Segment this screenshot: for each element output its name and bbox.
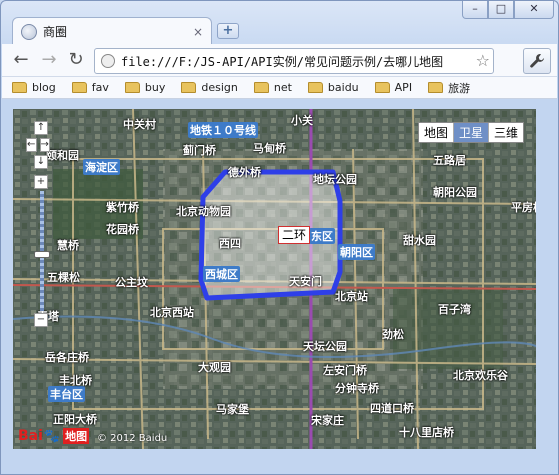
address-bar[interactable]: file:///F:/JS-API/API实例/常见问题示例/去哪儿地图 ☆ (94, 48, 494, 74)
bookmark-net[interactable]: net (253, 81, 292, 94)
new-tab-button[interactable]: + (217, 23, 239, 39)
tab-close-icon[interactable]: × (193, 25, 203, 39)
zoom-slider-track[interactable] (34, 191, 50, 311)
map-label: 北京站 (335, 290, 368, 303)
map-label: 五棵松 (47, 271, 80, 284)
close-window-button[interactable]: ✕ (514, 1, 554, 19)
map-label: 朝阳公园 (433, 186, 477, 199)
map-label: 平房桥 (511, 201, 536, 214)
map-label: 紫竹桥 (106, 201, 139, 214)
map-label: 五路居 (433, 154, 466, 167)
map-label: 地坛公园 (313, 173, 357, 186)
map-label: 西城区 (203, 266, 240, 282)
map-label: 劲松 (382, 328, 404, 341)
map-label: 北京欢乐谷 (453, 369, 508, 382)
map-label: 小关 (291, 114, 313, 127)
map-label: 西四 (219, 237, 241, 250)
tab-title: 商圈 (43, 25, 68, 39)
baidu-logo[interactable]: Bai 🐾 地图 (18, 428, 90, 444)
pan-right-button[interactable]: → (39, 138, 50, 152)
globe-icon (21, 23, 37, 40)
map-label: 丰台区 (48, 386, 85, 402)
page-icon (101, 54, 115, 68)
map-label: 地铁１０号线 (188, 122, 258, 138)
copyright-text: © 2012 Baidu (97, 433, 168, 444)
map-label: 左安门桥 (323, 364, 367, 377)
folder-icon (71, 82, 87, 93)
bookmark-fav[interactable]: fav (71, 81, 109, 94)
map-type-3d[interactable]: 三维 (488, 123, 523, 142)
map-label: 四道口桥 (370, 402, 414, 415)
map-label: 中关村 (123, 118, 156, 131)
forward-button[interactable]: → (38, 50, 60, 72)
map-label: 百子湾 (438, 303, 471, 316)
map-label: 正阳大桥 (53, 413, 97, 426)
wrench-menu-button[interactable] (523, 48, 551, 74)
pan-left-button[interactable]: ← (26, 138, 37, 152)
pan-up-button[interactable]: ↑ (34, 121, 48, 135)
map-label: 颐和园 (46, 149, 79, 162)
map-label: 宋家庄 (311, 414, 344, 427)
map-label: 德外桥 (228, 166, 261, 179)
map-label: 岳各庄桥 (45, 351, 89, 364)
bookmark-blog[interactable]: blog (12, 81, 56, 94)
folder-icon (307, 82, 323, 93)
map-label: 马家堡 (216, 403, 249, 416)
window-controls: – □ ✕ (462, 1, 554, 19)
map-label: 十八里店桥 (399, 426, 454, 439)
zoom-slider-handle[interactable] (34, 251, 50, 258)
map-type-satellite[interactable]: 卫星 (453, 123, 489, 142)
browser-tab[interactable]: 商圈 × (12, 17, 212, 45)
zoom-out-button[interactable]: − (34, 313, 48, 327)
folder-icon (12, 82, 27, 93)
map-type-normal[interactable]: 地图 (418, 123, 454, 142)
folder-icon (124, 82, 140, 93)
map-label: 甜水园 (403, 234, 436, 247)
bookmark-design[interactable]: design (181, 81, 238, 94)
back-button[interactable]: ← (10, 50, 32, 72)
bookmarks-bar: blog fav buy design net baidu API 旅游 (2, 77, 557, 99)
map-label: 朝阳区 (338, 244, 375, 260)
map-label: 海淀区 (83, 159, 120, 175)
navigation-control: ↑ ← → ↓ + − (26, 121, 50, 327)
folder-icon (253, 82, 269, 93)
map-label: 蓟门桥 (183, 144, 216, 157)
folder-icon (374, 82, 390, 93)
map-label: 天安门 (289, 275, 322, 288)
map-container[interactable]: 中关村 地铁１０号线 小关 海淀区 蓟门桥 马甸桥 德外桥 地坛公园 北京动物园… (13, 109, 536, 449)
map-label: 大观园 (198, 361, 231, 374)
reload-button[interactable]: ↻ (65, 50, 87, 72)
wrench-icon (530, 54, 544, 68)
map-label: 马甸桥 (253, 142, 286, 155)
bookmark-star-icon[interactable]: ☆ (476, 51, 490, 70)
ring-road-label: 二环 (278, 226, 311, 244)
bookmark-travel[interactable]: 旅游 (428, 80, 470, 96)
bookmark-api[interactable]: API (374, 81, 412, 94)
map-label: 公主坟 (115, 276, 148, 289)
map-label: 分钟寺桥 (335, 382, 379, 395)
map-label: 北京西站 (150, 306, 194, 319)
bookmark-buy[interactable]: buy (124, 81, 165, 94)
pan-down-button[interactable]: ↓ (34, 155, 48, 169)
browser-toolbar: ← → ↻ file:///F:/JS-API/API实例/常见问题示例/去哪儿… (2, 44, 557, 77)
map-label: 东区 (309, 228, 335, 244)
paw-icon: 🐾 (43, 428, 61, 444)
bookmark-baidu[interactable]: baidu (307, 81, 359, 94)
map-label: 花园桥 (106, 223, 139, 236)
map-label: 丰北桥 (59, 374, 92, 387)
status-bar (2, 457, 557, 474)
folder-icon (181, 82, 197, 93)
url-text[interactable]: file:///F:/JS-API/API实例/常见问题示例/去哪儿地图 (121, 53, 473, 70)
zoom-in-button[interactable]: + (34, 175, 48, 189)
folder-icon (428, 82, 444, 93)
maximize-button[interactable]: □ (488, 1, 514, 19)
map-label: 北京动物园 (176, 205, 231, 218)
browser-window: – □ ✕ 商圈 × + ← → ↻ file:///F:/JS-API/API… (0, 0, 559, 475)
map-type-switcher: 地图 卫星 三维 (417, 122, 524, 143)
map-label: 天坛公园 (303, 340, 347, 353)
minimize-button[interactable]: – (462, 1, 488, 19)
map-label: 慧桥 (57, 239, 79, 252)
